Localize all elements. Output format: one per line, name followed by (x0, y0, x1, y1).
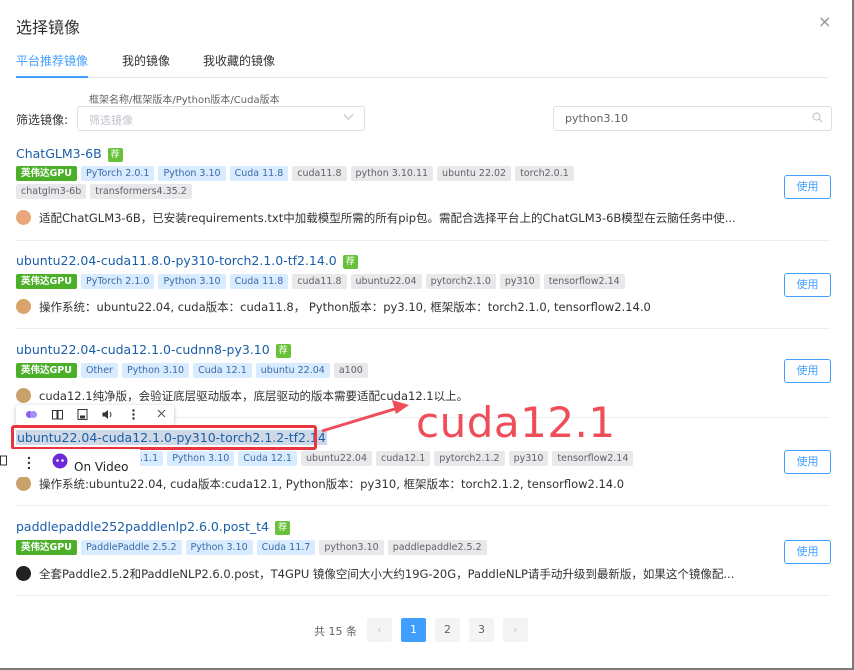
annotation-label: cuda12.1 (416, 398, 616, 447)
annotation-arrow (321, 400, 409, 433)
